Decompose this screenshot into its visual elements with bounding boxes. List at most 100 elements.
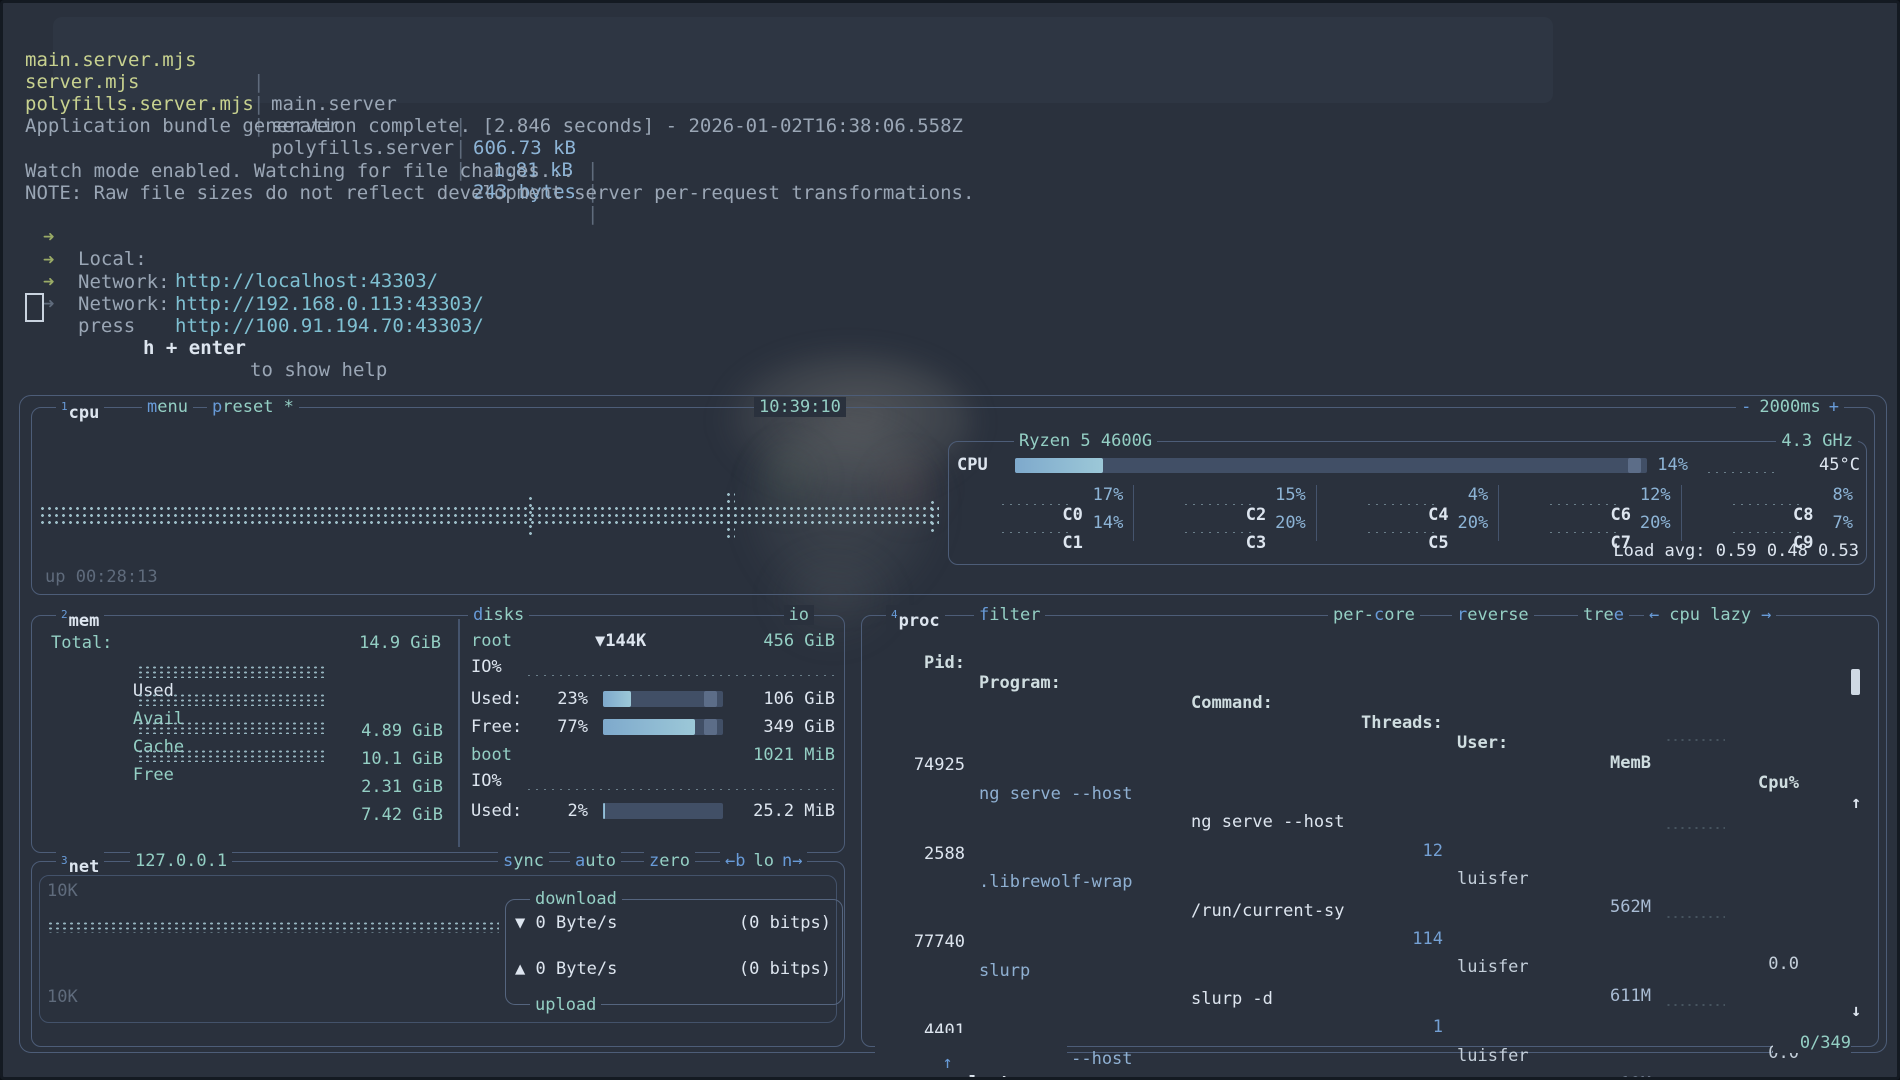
proc-scrollbar-thumb[interactable] bbox=[1851, 669, 1860, 695]
proc-footer: ↑ select ↓ info ↵ terminate kill signals bbox=[875, 1033, 1067, 1080]
bundle-output-panel bbox=[53, 17, 1553, 103]
column-separator: | bbox=[587, 203, 598, 225]
cpu-total-meter-fill bbox=[1015, 458, 1103, 473]
net-interface-label: 127.0.0.1 bbox=[130, 851, 232, 871]
process-user: luisfer bbox=[1457, 953, 1562, 981]
core-cell: C6 12% bbox=[1498, 485, 1680, 513]
disks-button[interactable]: disks bbox=[468, 605, 529, 625]
cpu-box-number: 1 bbox=[61, 400, 68, 413]
core-percent: 20% bbox=[1275, 513, 1306, 533]
menu-button[interactable]: menu bbox=[142, 397, 193, 417]
core-percent: 12% bbox=[1640, 485, 1671, 505]
process-cpu-graph bbox=[1665, 738, 1725, 742]
net-box-number: 3 bbox=[61, 854, 68, 867]
disk-root-used-pct: 23% bbox=[543, 689, 588, 709]
net-scale-top: 10K bbox=[47, 881, 78, 901]
process-cpu: 0.0 bbox=[1727, 950, 1799, 978]
interval-increase-button[interactable]: + bbox=[1829, 397, 1839, 417]
disk-boot-used-fill bbox=[603, 803, 605, 819]
next-interface-button[interactable]: n→ bbox=[782, 851, 802, 871]
cpu-frequency: 4.3 GHz bbox=[1776, 431, 1858, 451]
endpoint-url[interactable]: http://100.91.194.70:43303/ bbox=[175, 315, 484, 337]
tree-button[interactable]: tree bbox=[1578, 605, 1629, 625]
sync-button[interactable]: sync bbox=[498, 851, 549, 871]
core-cell: C9 7% bbox=[1681, 513, 1863, 541]
disk-root-used-label: Used: bbox=[471, 689, 522, 709]
disk-root-free-label: Free: bbox=[471, 717, 522, 737]
cpu-temperature: 45°C bbox=[1778, 455, 1860, 475]
process-cpu-graph bbox=[1665, 826, 1725, 830]
filter-button[interactable]: filter bbox=[974, 605, 1045, 625]
disk-root-io-graph bbox=[525, 673, 835, 678]
process-threads: 12 bbox=[1375, 837, 1443, 865]
endpoint-url[interactable]: http://localhost:43303/ bbox=[175, 270, 438, 292]
per-core-button[interactable]: per-core bbox=[1328, 605, 1420, 625]
mem-total-label: Total: bbox=[51, 633, 112, 653]
disk-boot-used-label: Used: bbox=[471, 801, 522, 821]
upload-arrow-icon: ▲ bbox=[515, 959, 525, 979]
mem-box-number: 2 bbox=[61, 608, 68, 621]
scroll-down-icon[interactable]: ↓ bbox=[1851, 1001, 1861, 1021]
update-interval-control: -2000ms+ bbox=[1736, 397, 1844, 417]
core-percent: 17% bbox=[1093, 485, 1124, 505]
net-box-title: 3net bbox=[56, 851, 104, 877]
mem-row-graph bbox=[137, 693, 327, 706]
preset-button[interactable]: preset * bbox=[207, 397, 299, 417]
process-program: slurp bbox=[979, 957, 1187, 985]
help-line: ➜ press h + enter to show help bbox=[43, 271, 112, 403]
cpu-graph-spike bbox=[725, 491, 735, 541]
zero-button[interactable]: zero bbox=[644, 851, 695, 871]
current-interface: lo bbox=[753, 851, 773, 871]
process-mem: 19M bbox=[1563, 1070, 1651, 1080]
select-label: select bbox=[948, 1073, 1009, 1080]
disk-boot-size: 1021 MiB bbox=[727, 745, 835, 765]
prev-interface-button[interactable]: ←b bbox=[725, 851, 745, 871]
io-mode-button[interactable]: io bbox=[784, 605, 814, 625]
process-row[interactable]: 74925 ng serve --host ng serve --host 12… bbox=[865, 723, 1871, 751]
disk-root-name: root bbox=[471, 631, 512, 651]
cpu-total-percent: 14% bbox=[1603, 455, 1688, 475]
mem-row-graph bbox=[137, 665, 327, 678]
process-program: ng serve --host bbox=[979, 780, 1187, 808]
mem-disks-divider bbox=[458, 619, 460, 847]
auto-button[interactable]: auto bbox=[570, 851, 621, 871]
disk-root-free-bar bbox=[603, 719, 723, 735]
core-cell: C4 4% bbox=[1316, 485, 1498, 513]
process-row[interactable]: 2909 Isolated Web Co /nix/store/qw10 28 … bbox=[865, 1077, 1871, 1080]
core-usage-graph bbox=[1730, 530, 1801, 535]
core-usage-graph bbox=[1547, 502, 1618, 507]
core-row-1: C0 17% C2 15% C4 4% C6 bbox=[951, 485, 1863, 513]
terminal-cursor bbox=[25, 293, 44, 322]
endpoint-url[interactable]: http://192.168.0.113:43303/ bbox=[175, 293, 484, 315]
core-usage-graph bbox=[1182, 502, 1253, 507]
mem-row-label: Free bbox=[133, 765, 174, 785]
cpu-total-meter bbox=[1015, 458, 1647, 473]
download-arrow-icon: ▼ bbox=[515, 913, 525, 933]
clock: 10:39:10 bbox=[754, 397, 846, 417]
select-up-icon[interactable]: ↑ bbox=[942, 1053, 952, 1073]
disk-boot-used-size: 25.2 MiB bbox=[727, 801, 835, 821]
help-key: h + enter bbox=[143, 337, 246, 359]
process-row[interactable]: 77740 slurp slurp -d 1 luisfer 19M 1.2 bbox=[865, 900, 1871, 928]
core-percent: 20% bbox=[1640, 513, 1671, 533]
sort-selector: ←cpu lazy→ bbox=[1644, 605, 1776, 625]
mem-row-graph bbox=[137, 721, 327, 734]
upload-rate: ▲ 0 Byte/s bbox=[515, 959, 617, 979]
process-row[interactable]: 4401 ng serve --host ng serve --host 13 … bbox=[865, 988, 1871, 1016]
disk-root-free-size: 349 GiB bbox=[735, 717, 835, 737]
bundle-size: 606.73 kB bbox=[473, 137, 573, 159]
core-cell: C3 20% bbox=[1133, 513, 1315, 541]
disk-root-activity: ▼144K bbox=[595, 631, 646, 651]
core-usage-graph bbox=[1365, 530, 1436, 535]
uptime-label: up 00:28:13 bbox=[45, 567, 158, 587]
process-row[interactable]: 2588 .librewolf-wrap /run/current-sy 114… bbox=[865, 811, 1871, 839]
sort-next-button[interactable]: → bbox=[1761, 605, 1771, 625]
process-pid: 2588 bbox=[865, 840, 965, 868]
process-user: luisfer bbox=[1457, 865, 1562, 893]
sort-prev-button[interactable]: ← bbox=[1649, 605, 1659, 625]
core-percent: 20% bbox=[1457, 513, 1488, 533]
interface-switcher: ←b lo n→ bbox=[720, 851, 807, 871]
interval-decrease-button[interactable]: - bbox=[1741, 397, 1751, 417]
disk-root-used-size: 106 GiB bbox=[735, 689, 835, 709]
reverse-button[interactable]: reverse bbox=[1452, 605, 1534, 625]
